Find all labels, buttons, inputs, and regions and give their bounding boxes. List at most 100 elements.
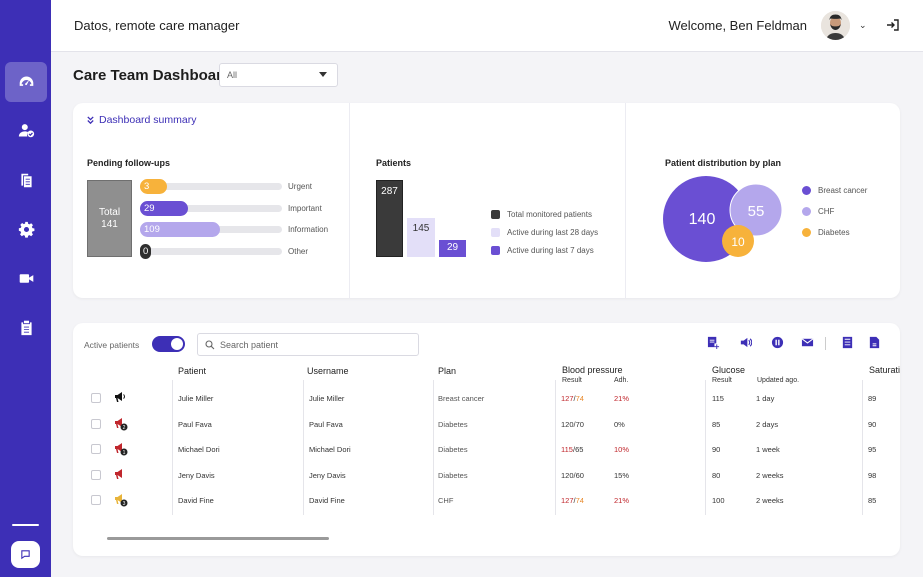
toolbar-divider bbox=[825, 337, 826, 350]
sidebar-item-dashboard[interactable] bbox=[5, 62, 47, 102]
top-bar: Datos, remote care manager Welcome, Ben … bbox=[51, 0, 923, 52]
column-divider bbox=[303, 380, 304, 515]
saturation-cell: 98 bbox=[868, 470, 877, 480]
legend-label: Active during last 7 days bbox=[507, 246, 594, 255]
column-divider bbox=[433, 380, 434, 515]
followup-bar-track: 0 bbox=[140, 243, 282, 259]
active-patients-toggle[interactable] bbox=[152, 336, 185, 352]
dashboard-summary-card: Dashboard summary Pending follow-ups Tot… bbox=[73, 103, 900, 298]
bp-systolic: 127 bbox=[561, 394, 574, 403]
svg-text:3: 3 bbox=[123, 501, 126, 507]
col-header-saturation[interactable]: Saturati bbox=[869, 365, 900, 375]
horizontal-scrollbar[interactable] bbox=[107, 537, 329, 540]
followup-bar-label: Urgent bbox=[288, 182, 313, 191]
chevron-down-icon[interactable]: ⌄ bbox=[859, 20, 867, 31]
documents-icon bbox=[20, 173, 32, 187]
alert-megaphone-icon[interactable] bbox=[114, 468, 128, 482]
bp-systolic: 115 bbox=[561, 445, 573, 455]
legend-label: CHF bbox=[818, 207, 835, 216]
row-checkbox[interactable] bbox=[91, 469, 101, 480]
message-button[interactable] bbox=[801, 336, 814, 349]
patient-name-link[interactable]: Julie Miller bbox=[178, 394, 213, 403]
sidebar-item-settings[interactable] bbox=[5, 209, 47, 249]
search-input[interactable]: Search patient bbox=[197, 333, 419, 356]
patients-bar[interactable]: 287 bbox=[376, 180, 403, 257]
bubble-value-breast-cancer: 140 bbox=[689, 211, 716, 228]
patients-bar[interactable]: 29 bbox=[439, 240, 466, 257]
glucose-updated-cell: 2 weeks bbox=[756, 496, 784, 506]
column-divider bbox=[705, 380, 706, 515]
col-header-blood-pressure[interactable]: Blood pressure bbox=[562, 365, 623, 375]
row-checkbox[interactable] bbox=[91, 393, 101, 403]
legend-label: Breast cancer bbox=[818, 186, 868, 195]
patient-name-link[interactable]: Paul Fava bbox=[178, 420, 212, 429]
sidebar-item-documents[interactable] bbox=[5, 160, 47, 200]
row-checkbox[interactable] bbox=[91, 444, 101, 455]
bp-systolic: 120 bbox=[561, 470, 574, 480]
dashboard-summary-toggle[interactable]: Dashboard summary bbox=[86, 114, 196, 126]
row-checkbox[interactable] bbox=[91, 495, 101, 506]
saturation-cell: 90 bbox=[868, 419, 877, 429]
followups-total-value: 141 bbox=[101, 219, 118, 230]
legend-label: Active during last 28 days bbox=[507, 228, 599, 237]
bp-adherence-cell: 21% bbox=[614, 394, 630, 403]
chat-icon bbox=[21, 550, 30, 560]
video-icon bbox=[19, 273, 33, 283]
bp-result-cell: 127/74 bbox=[561, 394, 584, 403]
double-chevron-down-icon bbox=[87, 115, 94, 124]
followup-bar-fill[interactable]: 3 bbox=[140, 179, 167, 194]
team-filter-select[interactable]: All bbox=[219, 63, 338, 87]
avatar[interactable] bbox=[821, 11, 850, 40]
distribution-legend-item: Diabetes bbox=[802, 228, 850, 237]
pause-button[interactable] bbox=[771, 336, 784, 349]
broadcast-button[interactable] bbox=[739, 336, 753, 349]
alert-megaphone-icon[interactable]: 1 bbox=[114, 442, 128, 456]
followup-bar-label: Information bbox=[288, 225, 329, 234]
divider bbox=[625, 103, 626, 298]
legend-swatch bbox=[802, 207, 811, 216]
column-divider bbox=[862, 380, 863, 515]
col-header-username[interactable]: Username bbox=[307, 366, 349, 376]
col-subheader-bp-result: Result bbox=[562, 377, 582, 384]
add-note-button[interactable] bbox=[707, 336, 720, 349]
username-cell: Julie Miller bbox=[309, 394, 345, 403]
patient-name-link[interactable]: David Fine bbox=[178, 496, 214, 505]
export-button[interactable] bbox=[868, 336, 881, 349]
svg-text:1: 1 bbox=[123, 450, 126, 456]
col-subheader-glucose-result: Result bbox=[712, 377, 732, 384]
followup-bar-fill[interactable]: 0 bbox=[140, 243, 151, 259]
sidebar-item-patients[interactable] bbox=[5, 110, 47, 150]
followups-title: Pending follow-ups bbox=[87, 158, 170, 168]
row-checkbox[interactable] bbox=[91, 418, 101, 429]
logout-icon[interactable] bbox=[886, 18, 900, 32]
plan-cell: Diabetes bbox=[438, 445, 468, 455]
patients-legend-item: Total monitored patients bbox=[491, 210, 592, 219]
col-header-glucose[interactable]: Glucose bbox=[712, 365, 745, 375]
glucose-updated-cell: 2 days bbox=[756, 419, 779, 429]
saturation-cell: 89 bbox=[868, 394, 877, 403]
followup-bar-track: 29 bbox=[140, 200, 282, 216]
patient-name-link[interactable]: Michael Dori bbox=[178, 445, 220, 454]
welcome-text: Welcome, Ben Feldman bbox=[668, 18, 808, 33]
alert-megaphone-icon[interactable] bbox=[114, 391, 128, 405]
sidebar-item-reports[interactable] bbox=[5, 307, 47, 347]
col-header-plan[interactable]: Plan bbox=[438, 366, 456, 376]
alert-megaphone-icon[interactable]: 2 bbox=[114, 417, 128, 431]
username-cell: David Fine bbox=[309, 496, 345, 506]
active-patients-label: Active patients bbox=[84, 340, 140, 350]
col-header-patient[interactable]: Patient bbox=[178, 366, 206, 376]
followup-bar-fill[interactable]: 109 bbox=[140, 222, 220, 237]
sidebar-item-video[interactable] bbox=[5, 258, 47, 298]
pause-icon bbox=[771, 336, 784, 349]
saturation-cell: 85 bbox=[868, 496, 877, 506]
list-icon bbox=[842, 336, 853, 349]
chat-button[interactable] bbox=[11, 541, 40, 568]
alert-megaphone-icon[interactable]: 3 bbox=[114, 493, 128, 507]
bp-systolic: 120 bbox=[561, 419, 574, 429]
followup-bar-fill[interactable]: 29 bbox=[140, 200, 188, 216]
patients-bar[interactable]: 145 bbox=[407, 218, 435, 257]
glucose-result-cell: 80 bbox=[712, 470, 721, 480]
dashboard-summary-label: Dashboard summary bbox=[99, 114, 197, 126]
patient-name-link[interactable]: Jeny Davis bbox=[178, 471, 215, 480]
list-view-button[interactable] bbox=[841, 336, 854, 349]
